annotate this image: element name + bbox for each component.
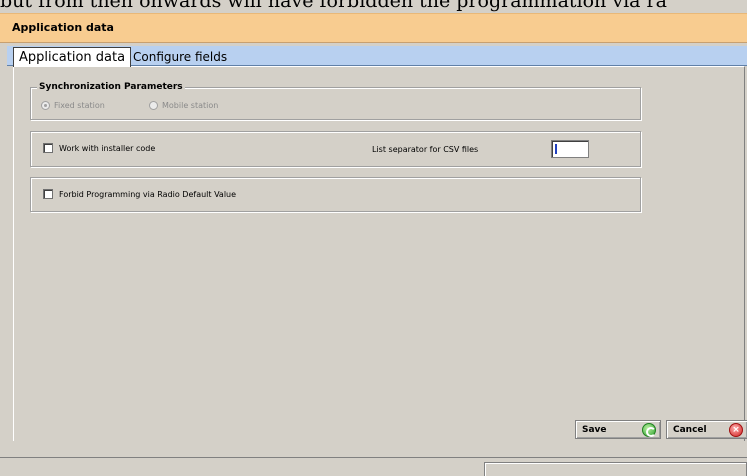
mobile-station-label: Mobile station: [162, 101, 219, 110]
sync-parameters-group: Synchronization Parameters Fixed station…: [30, 82, 641, 120]
fixed-station-label: Fixed station: [54, 101, 105, 110]
save-button[interactable]: Save: [575, 420, 661, 439]
green-ok-icon: [642, 423, 656, 437]
installer-code-label: Work with installer code: [59, 143, 156, 153]
cancel-label: Cancel: [673, 424, 707, 435]
status-pane: [484, 462, 747, 476]
red-x-icon: ×: [729, 423, 743, 437]
mobile-station-radio[interactable]: Mobile station: [149, 101, 218, 110]
tab-strip: Application data Configure fields: [7, 46, 747, 67]
checkbox-icon: [43, 189, 53, 199]
save-label: Save: [582, 424, 607, 435]
sync-parameters-title: Synchronization Parameters: [37, 82, 185, 92]
forbid-programming-checkbox[interactable]: Forbid Programming via Radio Default Val…: [43, 189, 236, 199]
installer-group: Work with installer code List separator …: [30, 131, 641, 167]
radio-selected-icon: [41, 101, 50, 110]
csv-separator-label: List separator for CSV files: [372, 145, 479, 154]
app-root: but from then onwards will have forbidde…: [0, 0, 747, 476]
forbid-programming-label: Forbid Programming via Radio Default Val…: [59, 189, 237, 199]
fixed-station-radio[interactable]: Fixed station: [41, 101, 105, 110]
checkbox-icon: [43, 143, 53, 153]
window-title: Application data: [12, 21, 114, 34]
text-caret: [555, 144, 557, 154]
tab-panel: Application data Configure fields Synchr…: [7, 46, 747, 441]
installer-code-checkbox[interactable]: Work with installer code: [43, 143, 155, 153]
tab-configure-fields[interactable]: Configure fields: [128, 49, 232, 67]
tab-application-data[interactable]: Application data: [13, 47, 132, 67]
radio-unselected-icon: [149, 101, 158, 110]
window-title-bar: Application data: [0, 13, 747, 43]
background-text: but from then onwards will have forbidde…: [0, 0, 667, 12]
radio-programming-group: Forbid Programming via Radio Default Val…: [30, 177, 641, 212]
status-bar: [0, 457, 747, 476]
cancel-button[interactable]: Cancel ×: [666, 420, 747, 439]
tab-content: Synchronization Parameters Fixed station…: [13, 66, 747, 441]
